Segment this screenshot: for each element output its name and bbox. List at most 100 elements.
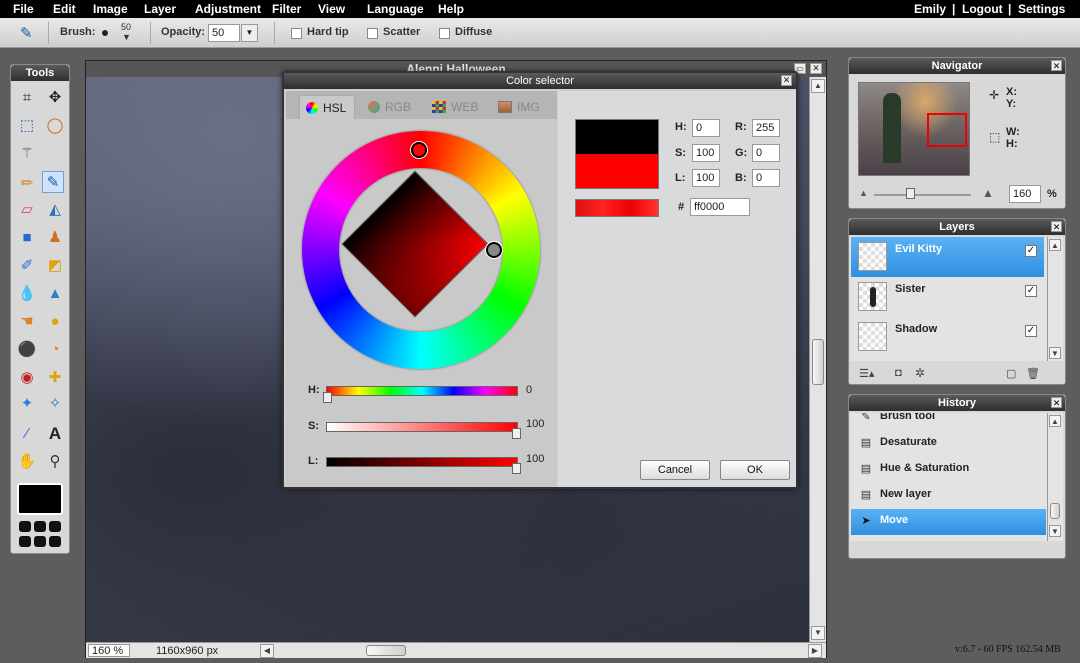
clone-stamp-icon[interactable]: ♟ <box>44 227 66 249</box>
drawing-icon[interactable]: ◩ <box>44 255 66 277</box>
layer-visibility-checkbox[interactable]: ✓ <box>1025 285 1037 297</box>
s-input[interactable]: 100 <box>692 144 720 162</box>
menu-view[interactable]: View <box>318 2 345 16</box>
close-icon[interactable]: ✕ <box>1051 221 1062 232</box>
hex-input[interactable]: ff0000 <box>690 198 750 216</box>
bloat-icon[interactable]: ✦ <box>16 393 38 415</box>
spot-heal-icon[interactable]: ✚ <box>44 367 66 389</box>
scroll-up-icon[interactable]: ▲ <box>1049 415 1061 427</box>
scroll-down-icon[interactable]: ▼ <box>1049 347 1061 359</box>
move-icon[interactable]: ✥ <box>44 87 66 109</box>
history-item[interactable]: ✎ Brush tool <box>851 413 1046 431</box>
b-input[interactable]: 0 <box>752 169 780 187</box>
lasso-icon[interactable]: ◯ <box>44 115 66 137</box>
tab-hsl[interactable]: HSL <box>299 95 355 119</box>
pinch-icon[interactable]: ✧ <box>44 393 66 415</box>
eraser-icon[interactable]: ▱ <box>16 199 38 221</box>
scroll-right-icon[interactable]: ▶ <box>808 644 822 658</box>
red-eye-icon[interactable]: ◉ <box>16 367 38 389</box>
swatch-slot[interactable] <box>34 521 46 532</box>
diffuse-checkbox[interactable] <box>439 28 450 39</box>
layer-visibility-checkbox[interactable]: ✓ <box>1025 245 1037 257</box>
marquee-icon[interactable]: ⬚ <box>16 115 38 137</box>
opacity-input[interactable]: 50 <box>208 24 240 42</box>
hand-icon[interactable]: ✋ <box>16 451 38 473</box>
menu-image[interactable]: Image <box>93 2 128 16</box>
scroll-thumb[interactable] <box>1050 503 1060 519</box>
history-item[interactable]: ▤ New layer <box>851 483 1046 509</box>
gradient-icon[interactable]: ■ <box>16 227 38 249</box>
scroll-thumb[interactable] <box>812 339 824 385</box>
history-item[interactable]: ➤ Move <box>851 509 1046 535</box>
brush-size[interactable]: 50 <box>121 22 131 32</box>
menu-language[interactable]: Language <box>367 2 424 16</box>
crop-icon[interactable]: ⌗ <box>16 87 38 109</box>
close-icon[interactable]: ✕ <box>1051 397 1062 408</box>
layer-item[interactable]: Sister ✓ <box>851 277 1044 317</box>
navigator-thumbnail[interactable] <box>858 82 970 176</box>
type-icon[interactable]: A <box>44 423 66 445</box>
tab-img[interactable]: IMG <box>496 95 548 119</box>
swatch-slot[interactable] <box>34 536 46 547</box>
canvas-vertical-scrollbar[interactable]: ▲ ▼ <box>809 77 826 642</box>
menu-edit[interactable]: Edit <box>53 2 76 16</box>
close-icon[interactable]: ✕ <box>1051 60 1062 71</box>
magic-wand-icon[interactable]: ⚚ <box>16 143 38 165</box>
l-input[interactable]: 100 <box>692 169 720 187</box>
color-marker[interactable] <box>486 242 502 258</box>
scroll-down-icon[interactable]: ▼ <box>811 626 825 640</box>
h-input[interactable]: 0 <box>692 119 720 137</box>
scroll-up-icon[interactable]: ▲ <box>811 79 825 93</box>
r-input[interactable]: 255 <box>752 119 780 137</box>
brush-icon[interactable]: ✎ <box>42 171 64 193</box>
recent-colors-strip[interactable] <box>575 199 659 217</box>
menu-layer[interactable]: Layer <box>144 2 176 16</box>
blur-icon[interactable]: 💧 <box>16 283 38 305</box>
paint-bucket-icon[interactable]: ◭ <box>44 199 66 221</box>
chevron-down-icon[interactable]: ▼ <box>122 32 131 42</box>
swatch-slot[interactable] <box>19 521 31 532</box>
menu-file[interactable]: File <box>13 2 34 16</box>
zoom-in-icon[interactable]: ▲ <box>982 186 994 200</box>
scroll-up-icon[interactable]: ▲ <box>1049 239 1061 251</box>
g-input[interactable]: 0 <box>752 144 780 162</box>
menu-adjustment[interactable]: Adjustment <box>195 2 261 16</box>
color-picker-icon[interactable]: ⁄ <box>16 423 38 445</box>
color-replace-icon[interactable]: ✐ <box>16 255 38 277</box>
tab-web[interactable]: WEB <box>430 95 482 119</box>
layer-visibility-checkbox[interactable]: ✓ <box>1025 325 1037 337</box>
ok-button[interactable]: OK <box>720 460 790 480</box>
new-layer-icon[interactable]: ▢ <box>1006 367 1016 380</box>
layers-scrollbar[interactable]: ▲ ▼ <box>1047 237 1063 361</box>
close-icon[interactable]: ✕ <box>781 75 792 86</box>
history-item[interactable]: ▤ Hue & Saturation <box>851 457 1046 483</box>
scatter-checkbox[interactable] <box>367 28 378 39</box>
saturation-slider[interactable] <box>326 422 518 432</box>
swatch-slot[interactable] <box>49 521 61 532</box>
dodge-icon[interactable]: ◔ <box>44 339 66 361</box>
burn-icon[interactable]: ⚫ <box>16 339 38 361</box>
settings-link[interactable]: Settings <box>1018 2 1065 16</box>
swatch-slot[interactable] <box>19 536 31 547</box>
pencil-icon[interactable]: ✏ <box>16 173 38 195</box>
brush-tool-icon[interactable]: ✎ <box>20 24 33 42</box>
user-name[interactable]: Emily <box>914 2 946 16</box>
close-icon[interactable]: ✕ <box>810 63 822 74</box>
lightness-slider-knob[interactable] <box>512 463 521 474</box>
navigator-zoom-track[interactable] <box>874 194 971 196</box>
hard-tip-checkbox[interactable] <box>291 28 302 39</box>
layer-settings-icon[interactable]: ☰▴ <box>859 367 874 380</box>
navigator-viewport-rect[interactable] <box>927 113 967 147</box>
zoom-input[interactable]: 160 % <box>88 644 130 657</box>
horizontal-scroll-thumb[interactable] <box>366 645 406 656</box>
tab-rgb[interactable]: RGB <box>366 95 418 119</box>
navigator-zoom-knob[interactable] <box>906 188 915 199</box>
smudge-icon[interactable]: ☚ <box>16 311 38 333</box>
trash-icon[interactable]: 🗑 <box>1026 367 1040 380</box>
scroll-left-icon[interactable]: ◀ <box>260 644 274 658</box>
history-scrollbar[interactable]: ▲ ▼ <box>1047 413 1063 541</box>
layer-mask-icon[interactable]: ◘ <box>895 367 902 379</box>
layer-item[interactable]: Shadow ✓ <box>851 317 1044 357</box>
sponge-icon[interactable]: ● <box>44 311 66 333</box>
swatch-slot[interactable] <box>49 536 61 547</box>
